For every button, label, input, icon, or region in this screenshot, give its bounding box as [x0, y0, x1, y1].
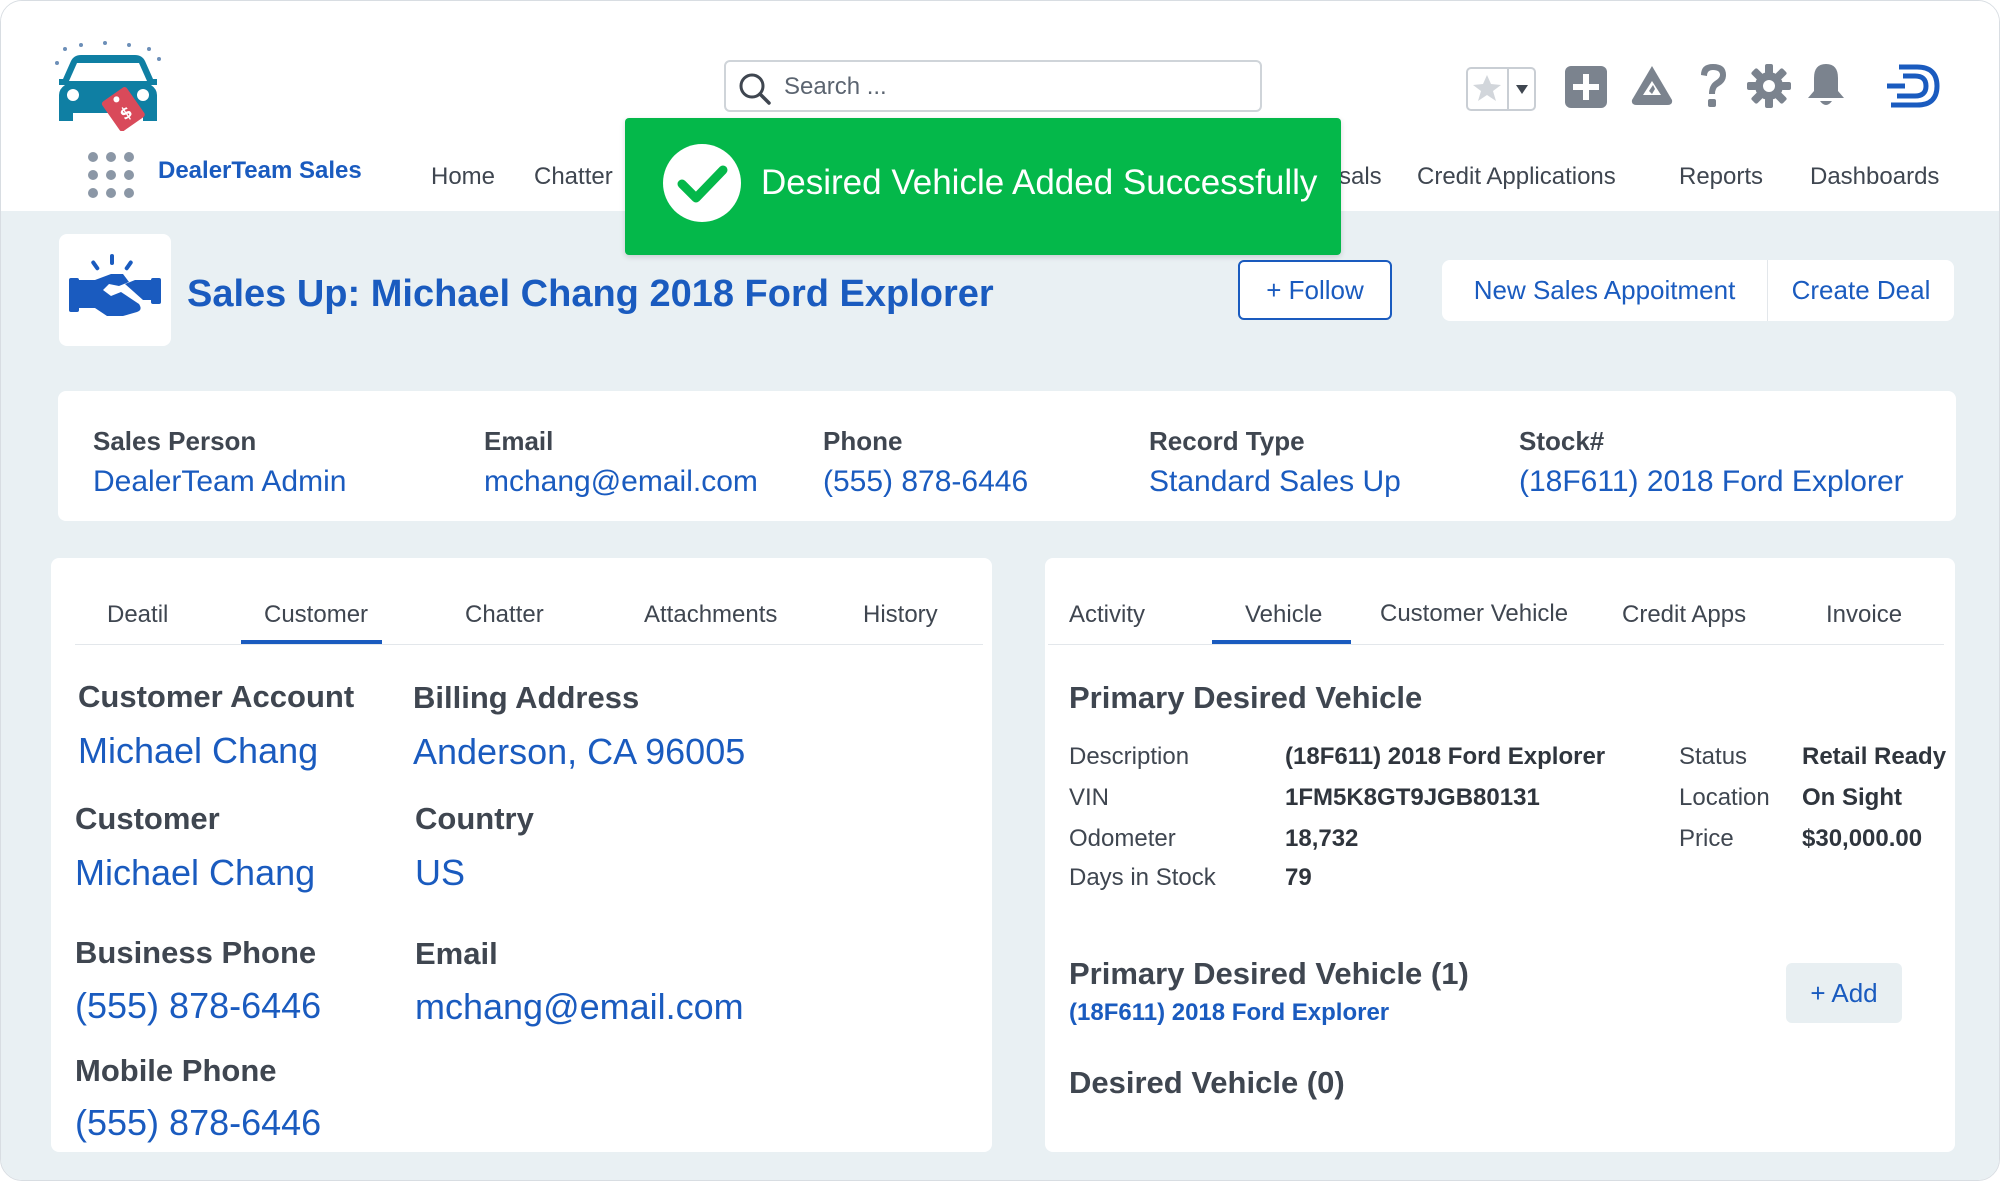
billing-address-value[interactable]: Anderson, CA 96005	[413, 731, 745, 773]
user-avatar-logo-icon[interactable]	[1883, 63, 1943, 114]
nav-chatter[interactable]: Chatter	[534, 163, 613, 191]
stock-label: Stock#	[1519, 426, 1605, 456]
status-value: Retail Ready	[1802, 743, 1947, 770]
tab-detail[interactable]: Deatil	[107, 601, 168, 629]
tab-divider	[75, 644, 983, 645]
toast-message: Desired Vehicle Added Successfully	[761, 163, 1318, 202]
customer-account-value[interactable]: Michael Chang	[78, 730, 318, 772]
tab-history[interactable]: History	[863, 601, 938, 629]
odometer-value: 18,732	[1285, 825, 1359, 852]
nav-proposals[interactable]: sals	[1339, 163, 1382, 191]
help-icon[interactable]	[1695, 61, 1731, 116]
phone-value[interactable]: (555) 878-6446	[823, 465, 1028, 499]
email-field-label: Email	[415, 936, 498, 971]
gear-icon[interactable]	[1746, 63, 1792, 114]
vin-value: 1FM5K8GT9JGB80131	[1285, 784, 1540, 811]
business-phone-value[interactable]: (555) 878-6446	[75, 985, 321, 1027]
nav-home[interactable]: Home	[431, 163, 495, 191]
email-label: Email	[484, 426, 554, 456]
location-key: Location	[1679, 784, 1770, 811]
description-value: (18F611) 2018 Ford Explorer	[1285, 743, 1606, 770]
tab-vehicle[interactable]: Vehicle	[1245, 601, 1322, 629]
vehicle-panel	[1045, 558, 1955, 1152]
tab-activity[interactable]: Activity	[1069, 601, 1145, 629]
tab-attachments[interactable]: Attachments	[644, 601, 777, 629]
notifications-bell-icon[interactable]	[1804, 61, 1848, 114]
mobile-phone-label: Mobile Phone	[75, 1053, 277, 1088]
customer-account-label: Customer Account	[78, 679, 355, 714]
tab-customer-vehicle[interactable]: Customer Vehicle	[1380, 600, 1568, 628]
customer-value[interactable]: Michael Chang	[75, 852, 315, 894]
success-toast: Desired Vehicle Added Successfully	[625, 118, 1341, 255]
business-phone-label: Business Phone	[75, 935, 317, 970]
email-field-value[interactable]: mchang@email.com	[415, 986, 744, 1028]
sales-up-handshake-icon	[59, 234, 171, 346]
nav-reports[interactable]: Reports	[1679, 163, 1763, 191]
app-name: DealerTeam Sales	[158, 157, 362, 184]
app-launcher-icon[interactable]	[87, 151, 139, 201]
search-icon	[738, 72, 772, 106]
vin-key: VIN	[1069, 784, 1110, 811]
desired-vehicle-list-title: Desired Vehicle (0)	[1069, 1065, 1345, 1100]
sales-person-value[interactable]: DealerTeam Admin	[93, 465, 346, 499]
days-in-stock-value: 79	[1285, 864, 1312, 891]
nav-credit-applications[interactable]: Credit Applications	[1417, 163, 1616, 191]
add-icon[interactable]	[1564, 65, 1608, 114]
location-value: On Sight	[1802, 784, 1902, 811]
create-deal-button[interactable]: Create Deal	[1768, 260, 1954, 321]
highlights-panel	[58, 391, 1956, 521]
search-input[interactable]	[782, 70, 1246, 104]
price-value: $30,000.00	[1802, 825, 1923, 852]
stock-value[interactable]: (18F611) 2018 Ford Explorer	[1519, 465, 1904, 499]
new-sales-appointment-button[interactable]: New Sales Appoitment	[1442, 260, 1767, 321]
odometer-key: Odometer	[1069, 825, 1176, 852]
country-value[interactable]: US	[415, 852, 465, 894]
record-actions: New Sales Appoitment Create Deal	[1442, 260, 1954, 321]
tab-chatter[interactable]: Chatter	[465, 601, 544, 629]
add-vehicle-button[interactable]: + Add	[1786, 963, 1902, 1023]
tab-divider	[1048, 644, 1944, 645]
check-circle-icon	[661, 142, 743, 224]
car-logo-icon[interactable]: $	[53, 41, 163, 132]
billing-address-label: Billing Address	[413, 680, 640, 715]
sales-person-label: Sales Person	[93, 426, 257, 456]
record-title: Sales Up: Michael Chang 2018 Ford Explor…	[187, 273, 994, 315]
active-tab-indicator	[241, 640, 382, 644]
country-label: Country	[415, 801, 534, 836]
mobile-phone-value[interactable]: (555) 878-6446	[75, 1102, 321, 1144]
follow-button[interactable]: + Follow	[1238, 260, 1392, 320]
customer-label: Customer	[75, 801, 220, 836]
section-title: Primary Desired Vehicle	[1069, 680, 1423, 715]
status-key: Status	[1679, 743, 1748, 770]
days-in-stock-key: Days in Stock	[1069, 864, 1216, 891]
description-key: Description	[1069, 743, 1190, 770]
app-window: $ DealerTeam Sales Home Chatter sals Cre…	[0, 0, 2000, 1181]
record-type-value[interactable]: Standard Sales Up	[1149, 465, 1401, 499]
tab-invoice[interactable]: Invoice	[1826, 601, 1902, 629]
phone-label: Phone	[823, 426, 903, 456]
primary-desired-vehicle-link[interactable]: (18F611) 2018 Ford Explorer	[1069, 999, 1389, 1027]
record-type-label: Record Type	[1149, 426, 1305, 456]
trailhead-icon[interactable]	[1629, 63, 1675, 114]
price-key: Price	[1679, 825, 1734, 852]
tab-credit-apps[interactable]: Credit Apps	[1622, 601, 1746, 629]
global-search[interactable]	[724, 60, 1262, 112]
email-value[interactable]: mchang@email.com	[484, 465, 758, 499]
favorites-icon[interactable]	[1466, 67, 1536, 116]
active-tab-indicator	[1212, 640, 1351, 644]
primary-desired-vehicle-list-title: Primary Desired Vehicle (1)	[1069, 956, 1469, 991]
tab-customer[interactable]: Customer	[264, 601, 368, 629]
nav-dashboards[interactable]: Dashboards	[1810, 163, 1939, 191]
